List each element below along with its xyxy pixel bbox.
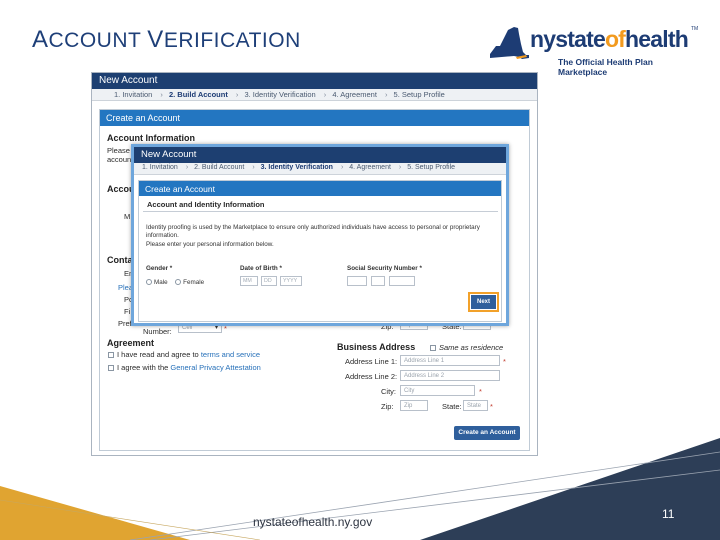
- dob-day-input[interactable]: DD: [261, 276, 277, 286]
- dob-month-input[interactable]: MM: [240, 276, 258, 286]
- next-button[interactable]: Next: [468, 292, 499, 312]
- overlay-wizard-header: New Account: [134, 147, 506, 163]
- slide-title: ACCOUNT VERIFICATION: [32, 26, 301, 53]
- account-information-heading: Account Information: [107, 133, 195, 143]
- m-label: M: [124, 212, 131, 221]
- number-label: Number:: [143, 327, 172, 336]
- same-as-residence-label: Same as residence: [439, 343, 504, 352]
- terms-text: I have read and agree to terms and servi…: [117, 350, 261, 359]
- please-text: Please: [107, 146, 130, 155]
- account-identity-heading: Account and Identity Information: [143, 197, 498, 212]
- identity-verification-screenshot: New Account 1. Invitation › 2. Build Acco…: [131, 144, 509, 326]
- zip-input[interactable]: Zip: [400, 400, 428, 411]
- step-identity-verification[interactable]: 3. Identity Verification: [244, 90, 315, 99]
- nystateofhealth-logo: nystateofhealth TM The Official Health P…: [486, 24, 699, 77]
- create-account-button[interactable]: Create an Account: [454, 426, 520, 440]
- ssn-part-1-input[interactable]: [347, 276, 367, 286]
- dob-year-input[interactable]: YYYY: [280, 276, 302, 286]
- state-required-mark: *: [490, 402, 493, 411]
- terms-checkbox[interactable]: [108, 352, 114, 358]
- privacy-link[interactable]: General Privacy Attestation: [170, 363, 260, 372]
- wizard-header: New Account: [92, 73, 537, 89]
- page-number: 11: [662, 507, 675, 521]
- footer-line-3: [0, 499, 261, 540]
- female-radio[interactable]: [175, 279, 182, 285]
- ssn-part-3-input[interactable]: [389, 276, 415, 286]
- new-york-state-icon: [490, 27, 529, 59]
- agreement-heading: Agreement: [107, 338, 155, 348]
- description-line-2: information.: [146, 232, 179, 239]
- address-line-2-label: Address Line 2:: [345, 372, 398, 381]
- privacy-text: I agree with the General Privacy Attesta…: [117, 363, 261, 372]
- ssn-label: Social Security Number *: [347, 265, 422, 272]
- male-label: Male: [154, 279, 168, 286]
- address-required-mark: *: [503, 357, 506, 366]
- address-line-2-input[interactable]: Address Line 2: [400, 370, 500, 381]
- logo-trademark: TM: [691, 26, 699, 32]
- footer-line-2: [149, 469, 720, 540]
- overlay-create-account-panel: Create an Account Account and Identity I…: [138, 180, 502, 322]
- female-label: Female: [183, 279, 205, 286]
- logo-tagline: The Official Health Plan Marketplace: [558, 57, 653, 77]
- male-radio[interactable]: [146, 279, 152, 285]
- overlay-step-invitation[interactable]: 1. Invitation: [142, 164, 178, 171]
- same-as-residence-checkbox[interactable]: [430, 345, 436, 351]
- state-select[interactable]: State: [463, 400, 488, 411]
- terms-link[interactable]: terms and service: [201, 350, 260, 359]
- overlay-panel-title: Create an Account: [139, 181, 501, 196]
- overlay-step-identity-verification[interactable]: 3. Identity Verification: [261, 164, 333, 171]
- account-text: account: [107, 155, 134, 164]
- panel-title: Create an Account: [100, 110, 529, 126]
- description-line-3: Please enter your personal information b…: [146, 241, 274, 248]
- footer-url[interactable]: nystateofhealth.ny.gov: [253, 515, 372, 529]
- footer-line-1: [129, 451, 720, 540]
- step-agreement[interactable]: 4. Agreement: [332, 90, 377, 99]
- city-input[interactable]: City: [400, 385, 475, 396]
- city-label: City:: [381, 387, 396, 396]
- state-label: State:: [442, 402, 462, 411]
- description-line-1: Identity proofing is used by the Marketp…: [146, 224, 480, 231]
- step-build-account[interactable]: 2. Build Account: [169, 90, 228, 99]
- city-required-mark: *: [479, 387, 482, 396]
- step-setup-profile[interactable]: 5. Setup Profile: [394, 90, 445, 99]
- dob-label: Date of Birth *: [240, 265, 282, 272]
- gender-label: Gender *: [146, 265, 173, 272]
- step-invitation[interactable]: 1. Invitation: [114, 90, 152, 99]
- overlay-step-build-account[interactable]: 2. Build Account: [194, 164, 244, 171]
- address-line-1-input[interactable]: Address Line 1: [400, 355, 500, 366]
- logo-wordmark: nystateofhealth: [530, 26, 689, 52]
- wizard-steps: 1. Invitation › 2. Build Account › 3. Iden…: [92, 89, 537, 101]
- privacy-checkbox[interactable]: [108, 365, 114, 371]
- address-line-1-label: Address Line 1:: [345, 357, 398, 366]
- fi-label: Fi: [124, 307, 131, 316]
- overlay-step-agreement[interactable]: 4. Agreement: [349, 164, 391, 171]
- gender-options: Male Female: [146, 279, 204, 286]
- zip-label: Zip:: [381, 402, 394, 411]
- business-address-heading: Business Address: [337, 342, 416, 352]
- overlay-wizard-steps: 1. Invitation › 2. Build Account › 3. Iden…: [134, 163, 506, 175]
- ssn-part-2-input[interactable]: [371, 276, 385, 286]
- footer-gold-band: [0, 486, 190, 540]
- overlay-step-setup-profile[interactable]: 5. Setup Profile: [407, 164, 455, 171]
